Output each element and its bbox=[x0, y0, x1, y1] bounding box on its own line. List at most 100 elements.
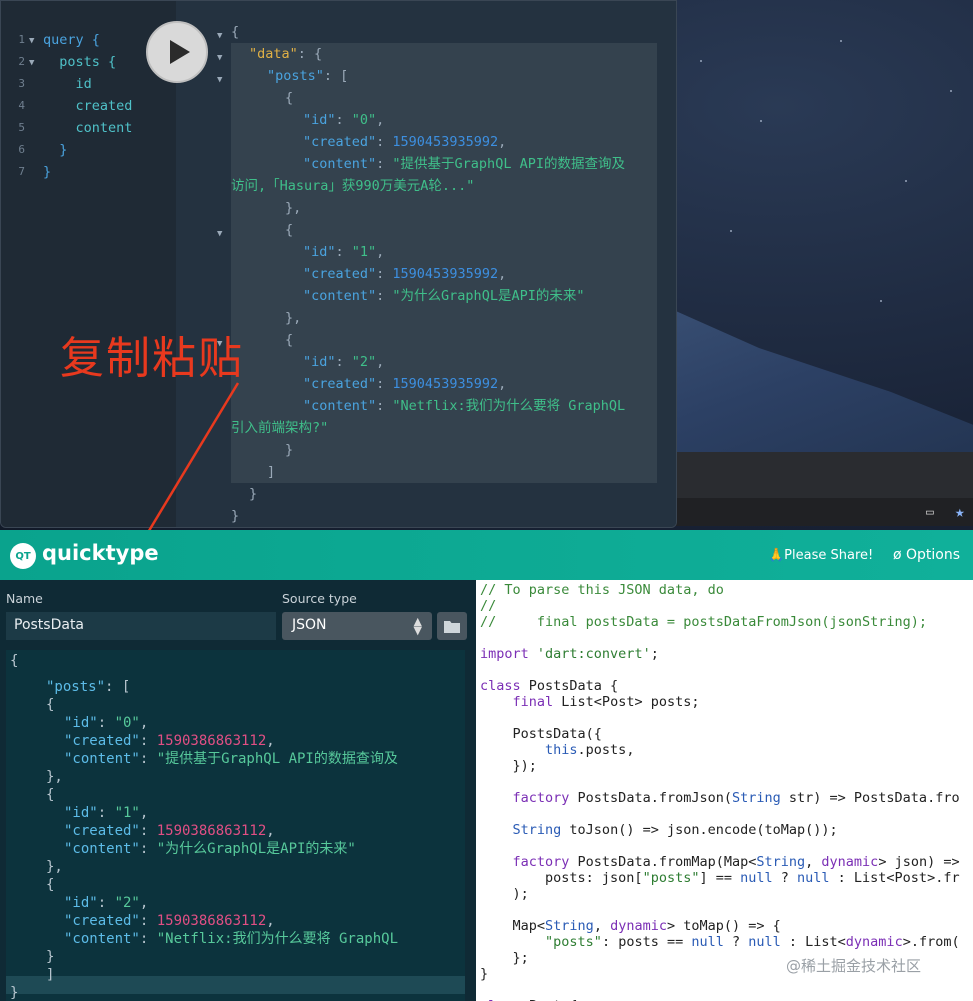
mountain-silhouette bbox=[660, 304, 973, 480]
watermark: @稀土掘金技术社区 bbox=[786, 957, 922, 975]
json-token: "为什么GraphQL是API的未来" bbox=[156, 841, 356, 857]
result-token: 1590453935992 bbox=[392, 266, 499, 282]
generated-code-panel[interactable]: // To parse this JSON data, do//// final… bbox=[476, 580, 973, 1001]
json-line: "content": "提供基于GraphQL API的数据查询及 bbox=[64, 750, 398, 768]
json-token: 1590386863112 bbox=[156, 823, 267, 839]
result-token: "created" bbox=[303, 134, 377, 150]
result-token: 访问,「Hasura」获990万美元A轮..." bbox=[231, 178, 475, 194]
code-token: String bbox=[545, 918, 594, 934]
code-token: // To parse this JSON data, do bbox=[480, 582, 724, 598]
query-line: 6 } bbox=[1, 139, 176, 161]
json-input-editor[interactable]: {"posts": [{"id": "0", "created": 1590386… bbox=[6, 650, 465, 1001]
json-line: { bbox=[46, 876, 54, 894]
json-line: ] bbox=[46, 966, 54, 984]
code-token: this bbox=[545, 742, 578, 758]
result-token: { bbox=[285, 222, 294, 238]
open-file-button[interactable] bbox=[437, 612, 467, 640]
json-line: }, bbox=[46, 858, 63, 876]
json-token: { bbox=[46, 697, 55, 713]
star-dot bbox=[950, 90, 952, 92]
play-icon bbox=[169, 40, 190, 64]
code-token: Map< bbox=[480, 918, 546, 934]
result-token: }, bbox=[285, 200, 302, 216]
fold-arrow-icon[interactable]: ▼ bbox=[217, 223, 222, 245]
star-dot bbox=[880, 300, 882, 302]
result-token: "id" bbox=[303, 354, 336, 370]
fold-arrow-icon[interactable]: ▼ bbox=[217, 25, 222, 47]
json-line: "created": 1590386863112, bbox=[64, 912, 275, 930]
json-line: "created": 1590386863112, bbox=[64, 732, 275, 750]
code-token: ; bbox=[650, 646, 659, 662]
result-line: "content": "Netflix:我们为什么要将 GraphQL bbox=[303, 395, 625, 417]
result-token: "2" bbox=[351, 354, 377, 370]
result-token: : bbox=[335, 244, 352, 260]
code-line: // To parse this JSON data, do bbox=[480, 582, 724, 598]
json-token: { bbox=[46, 787, 55, 803]
result-line: ] bbox=[267, 461, 275, 483]
query-line: 7} bbox=[1, 161, 176, 183]
json-token: : bbox=[139, 823, 157, 839]
result-line: { bbox=[285, 329, 293, 351]
json-token: , bbox=[266, 733, 275, 749]
name-input[interactable]: PostsData bbox=[6, 612, 276, 640]
result-token: "created" bbox=[303, 266, 377, 282]
line-number: 3 bbox=[18, 77, 25, 90]
json-token: "content" bbox=[64, 931, 140, 947]
json-token: , bbox=[139, 715, 149, 731]
source-type-select[interactable]: JSON ▲ ▼ bbox=[282, 612, 432, 640]
code-token: ? bbox=[723, 934, 749, 950]
cast-icon[interactable]: ▭ bbox=[926, 505, 934, 520]
star-dot bbox=[730, 230, 732, 232]
result-token: "posts" bbox=[267, 68, 324, 84]
run-query-button[interactable] bbox=[146, 21, 208, 83]
query-line: 4 created bbox=[1, 95, 176, 117]
code-token: null bbox=[740, 870, 773, 886]
result-line: "content": "为什么GraphQL是API的未来" bbox=[303, 285, 584, 307]
line-number: 1 bbox=[18, 33, 25, 46]
json-token: , bbox=[266, 823, 275, 839]
fold-arrow-icon[interactable]: ▼ bbox=[29, 30, 34, 52]
code-token: "posts" bbox=[642, 870, 700, 886]
result-token: , bbox=[376, 354, 385, 370]
json-token: , bbox=[139, 895, 149, 911]
star-dot bbox=[905, 180, 907, 182]
json-token: : bbox=[139, 931, 157, 947]
json-line: "id": "1", bbox=[64, 804, 148, 822]
json-line: "posts": [ bbox=[46, 678, 130, 696]
code-token: factory bbox=[512, 854, 578, 870]
result-line: { bbox=[231, 21, 239, 43]
code-line: // final postsData = postsDataFromJson(j… bbox=[480, 614, 927, 630]
star-dot bbox=[840, 40, 842, 42]
json-token: , bbox=[266, 913, 275, 929]
json-token: "提供基于GraphQL API的数据查询及 bbox=[156, 751, 398, 767]
code-token: }); bbox=[480, 758, 537, 774]
code-line: factory PostsData.fromMap(Map<String, dy… bbox=[480, 854, 960, 870]
result-token: "1" bbox=[351, 244, 377, 260]
result-line: } bbox=[249, 483, 257, 505]
result-token: } bbox=[249, 486, 258, 502]
bookmark-star-icon[interactable]: ★ bbox=[955, 502, 965, 521]
code-line: String toJson() => json.encode(toMap()); bbox=[480, 822, 838, 838]
query-line: 3 id bbox=[1, 73, 176, 95]
result-token: } bbox=[285, 442, 294, 458]
fold-arrow-icon[interactable]: ▼ bbox=[217, 47, 222, 69]
code-token: String bbox=[731, 790, 781, 806]
json-token: "created" bbox=[64, 823, 140, 839]
json-token: : bbox=[97, 715, 115, 731]
fold-arrow-icon[interactable]: ▼ bbox=[217, 69, 222, 91]
fold-arrow-icon[interactable]: ▼ bbox=[29, 52, 34, 74]
json-token: "created" bbox=[64, 913, 140, 929]
code-token: final bbox=[512, 694, 562, 710]
result-line: "posts": [ bbox=[267, 65, 348, 87]
result-line: "id": "1", bbox=[303, 241, 384, 263]
options-button[interactable]: ø Options bbox=[893, 547, 960, 563]
code-token: : List< bbox=[780, 934, 846, 950]
code-line: final List<Post> posts; bbox=[480, 694, 700, 710]
please-share-link[interactable]: 🙏Please Share! bbox=[768, 548, 873, 563]
json-token: "content" bbox=[64, 751, 140, 767]
code-token: toJson() => json.encode(toMap()); bbox=[561, 822, 838, 838]
result-line: "created": 1590453935992, bbox=[303, 131, 506, 153]
code-token: ? bbox=[772, 870, 798, 886]
